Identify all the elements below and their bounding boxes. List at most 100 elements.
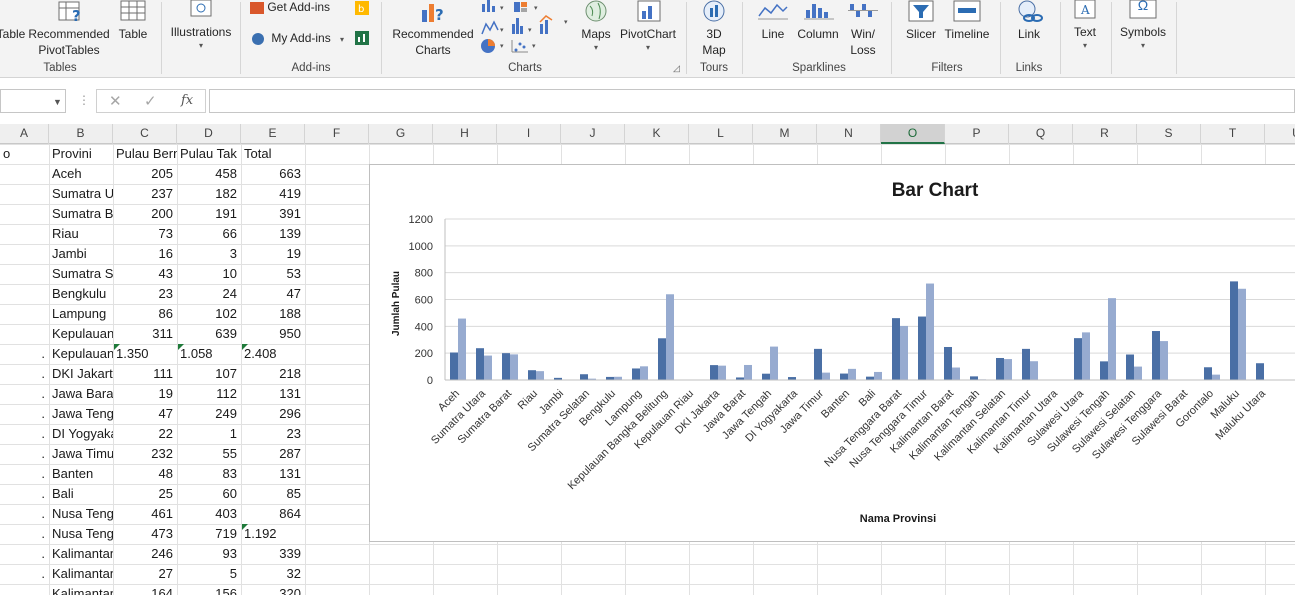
cell-provinsi[interactable]: Jawa Tengah: [50, 404, 113, 424]
cell-pulau-bernama[interactable]: 19: [114, 384, 177, 404]
cell-pulau-tak-bernama[interactable]: 24: [178, 284, 241, 304]
cell-total[interactable]: 2.408: [242, 344, 305, 364]
cell-pulau-tak-bernama[interactable]: 3: [178, 244, 241, 264]
column-header-a[interactable]: A: [0, 124, 49, 144]
column-header-e[interactable]: E: [241, 124, 305, 144]
cell-pulau-tak-bernama[interactable]: 719: [178, 524, 241, 544]
header-cell-a[interactable]: o: [1, 144, 49, 164]
cell-pulau-tak-bernama[interactable]: 66: [178, 224, 241, 244]
formula-input[interactable]: [209, 89, 1295, 113]
cell-provinsi[interactable]: Bali: [50, 484, 113, 504]
cell-a[interactable]: .: [1, 364, 49, 384]
cell-total[interactable]: 188: [242, 304, 305, 324]
cell-provinsi[interactable]: Nusa Tenggara Barat: [50, 504, 113, 524]
cell-a[interactable]: .: [1, 504, 49, 524]
cell-pulau-bernama[interactable]: 25: [114, 484, 177, 504]
cell-provinsi[interactable]: Banten: [50, 464, 113, 484]
cell-pulau-tak-bernama[interactable]: 102: [178, 304, 241, 324]
cell-total[interactable]: 218: [242, 364, 305, 384]
chart-type-gallery[interactable]: ▾ ▾ ▾ ▾ ▾ ▾ ▾: [478, 0, 578, 58]
cell-provinsi[interactable]: Sumatra Selatan: [50, 264, 113, 284]
cell-pulau-tak-bernama[interactable]: 60: [178, 484, 241, 504]
cell-pulau-tak-bernama[interactable]: 112: [178, 384, 241, 404]
cell-provinsi[interactable]: Aceh: [50, 164, 113, 184]
bar-chart[interactable]: Bar Chart 0 200 400 600 800 1000 1200 Jumlah Pul…: [369, 164, 1295, 542]
column-header-d[interactable]: D: [177, 124, 241, 144]
cell-total[interactable]: 23: [242, 424, 305, 444]
column-header-i[interactable]: I: [497, 124, 561, 144]
column-header-q[interactable]: Q: [1009, 124, 1073, 144]
cell-total[interactable]: 85: [242, 484, 305, 504]
cell-pulau-bernama[interactable]: 86: [114, 304, 177, 324]
cell-pulau-tak-bernama[interactable]: 107: [178, 364, 241, 384]
cell-total[interactable]: 296: [242, 404, 305, 424]
cell-a[interactable]: [1, 244, 49, 264]
cell-pulau-tak-bernama[interactable]: 249: [178, 404, 241, 424]
cell-total[interactable]: 47: [242, 284, 305, 304]
cell-total[interactable]: 287: [242, 444, 305, 464]
cell-a[interactable]: [1, 304, 49, 324]
column-header-b[interactable]: B: [49, 124, 113, 144]
column-header-r[interactable]: R: [1073, 124, 1137, 144]
cell-total[interactable]: 131: [242, 384, 305, 404]
cell-provinsi[interactable]: Jawa Timur: [50, 444, 113, 464]
cell-pulau-bernama[interactable]: 48: [114, 464, 177, 484]
cell-pulau-bernama[interactable]: 16: [114, 244, 177, 264]
enter-icon[interactable]: ✓: [144, 92, 157, 110]
cell-total[interactable]: 32: [242, 564, 305, 584]
cell-pulau-bernama[interactable]: 22: [114, 424, 177, 444]
cell-provinsi[interactable]: Kepulauan Bangka Belitung: [50, 324, 113, 344]
cell-total[interactable]: 419: [242, 184, 305, 204]
cell-pulau-bernama[interactable]: 73: [114, 224, 177, 244]
header-cell-provinsi[interactable]: Provini: [50, 144, 113, 164]
cell-total[interactable]: 53: [242, 264, 305, 284]
column-header-g[interactable]: G: [369, 124, 433, 144]
cell-provinsi[interactable]: Kalimantan Barat: [50, 544, 113, 564]
cell-provinsi[interactable]: DKI Jakarta: [50, 364, 113, 384]
cell-a[interactable]: .: [1, 464, 49, 484]
cancel-icon[interactable]: ✕: [109, 92, 122, 110]
column-header-p[interactable]: P: [945, 124, 1009, 144]
cell-a[interactable]: [1, 164, 49, 184]
cell-provinsi[interactable]: Lampung: [50, 304, 113, 324]
cell-pulau-bernama[interactable]: 473: [114, 524, 177, 544]
cell-a[interactable]: .: [1, 344, 49, 364]
my-addins-button[interactable]: My Add-ins ▾: [252, 31, 344, 45]
get-addins-button[interactable]: Get Add-ins: [250, 0, 330, 14]
cell-a[interactable]: [1, 264, 49, 284]
cell-pulau-bernama[interactable]: 246: [114, 544, 177, 564]
column-header-c[interactable]: C: [113, 124, 177, 144]
cell-pulau-bernama[interactable]: 232: [114, 444, 177, 464]
column-header-k[interactable]: K: [625, 124, 689, 144]
cell-provinsi[interactable]: Jambi: [50, 244, 113, 264]
cell-total[interactable]: 139: [242, 224, 305, 244]
cell-pulau-bernama[interactable]: 205: [114, 164, 177, 184]
cell-provinsi[interactable]: Sumatra Utara: [50, 184, 113, 204]
cell-provinsi[interactable]: Sumatra Barat: [50, 204, 113, 224]
cell-total[interactable]: 950: [242, 324, 305, 344]
cell-a[interactable]: .: [1, 484, 49, 504]
cell-a[interactable]: .: [1, 404, 49, 424]
cell-total[interactable]: 1.192: [242, 524, 305, 544]
column-header-h[interactable]: H: [433, 124, 497, 144]
cell-pulau-tak-bernama[interactable]: 10: [178, 264, 241, 284]
cell-provinsi[interactable]: Kalimantan Tengah: [50, 564, 113, 584]
column-header-f[interactable]: F: [305, 124, 369, 144]
cell-provinsi[interactable]: Bengkulu: [50, 284, 113, 304]
pivot-table-button[interactable]: Table: [0, 26, 28, 42]
formula-bar-grip-icon[interactable]: ⋮: [78, 93, 90, 107]
column-header-u[interactable]: U: [1265, 124, 1295, 144]
column-header-t[interactable]: T: [1201, 124, 1265, 144]
cell-a[interactable]: [1, 224, 49, 244]
cell-provinsi[interactable]: DI Yogyakarta: [50, 424, 113, 444]
cell-pulau-bernama[interactable]: 47: [114, 404, 177, 424]
cell-a[interactable]: .: [1, 584, 49, 595]
name-box[interactable]: ▼: [0, 89, 66, 113]
cell-a[interactable]: [1, 204, 49, 224]
cell-pulau-tak-bernama[interactable]: 182: [178, 184, 241, 204]
cell-pulau-tak-bernama[interactable]: 5: [178, 564, 241, 584]
column-header-m[interactable]: M: [753, 124, 817, 144]
column-header-n[interactable]: N: [817, 124, 881, 144]
people-graph-icon[interactable]: [354, 30, 370, 46]
cell-a[interactable]: [1, 284, 49, 304]
